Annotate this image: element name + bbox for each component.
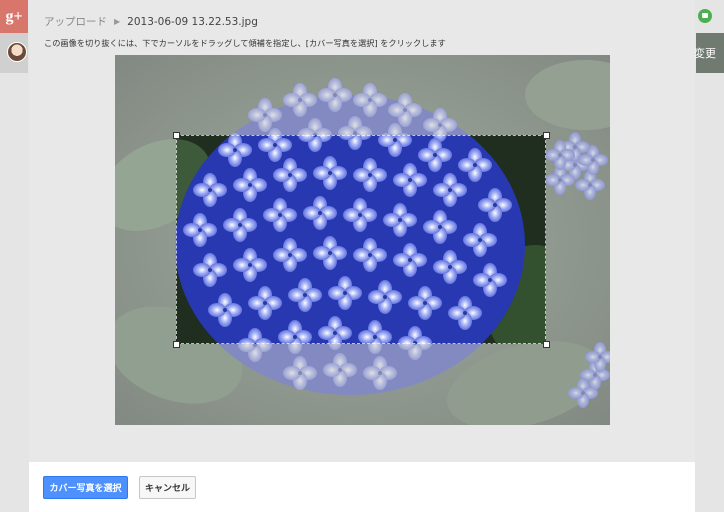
crop-instruction: この画像を切り抜くには、下でカーソルをドラッグして傾補を指定し、[カバー写真を選… xyxy=(44,38,446,48)
breadcrumb-filename: 2013-06-09 13.22.53.jpg xyxy=(127,15,258,28)
crop-handle-top-left[interactable] xyxy=(173,132,180,139)
cancel-button[interactable]: キャンセル xyxy=(139,476,196,499)
hangouts-icon[interactable] xyxy=(698,9,712,23)
crop-handle-bottom-right[interactable] xyxy=(543,341,550,348)
breadcrumb: アップロード ▶ 2013-06-09 13.22.53.jpg xyxy=(44,14,258,29)
gplus-logo[interactable]: g+ xyxy=(0,0,28,33)
crop-outline xyxy=(176,135,546,344)
chevron-right-icon: ▶ xyxy=(114,17,121,26)
cover-photo-dialog: アップロード ▶ 2013-06-09 13.22.53.jpg この画像を切り… xyxy=(29,0,695,512)
breadcrumb-upload-link[interactable]: アップロード xyxy=(44,14,107,29)
dialog-footer: カバー写真を選択 キャンセル xyxy=(29,462,695,512)
crop-handle-bottom-left[interactable] xyxy=(173,341,180,348)
avatar[interactable] xyxy=(7,42,27,62)
crop-handle-top-right[interactable] xyxy=(543,132,550,139)
select-cover-photo-button[interactable]: カバー写真を選択 xyxy=(43,476,128,499)
image-cropper[interactable] xyxy=(115,55,610,425)
background-edit-label: 変更 xyxy=(694,47,716,60)
